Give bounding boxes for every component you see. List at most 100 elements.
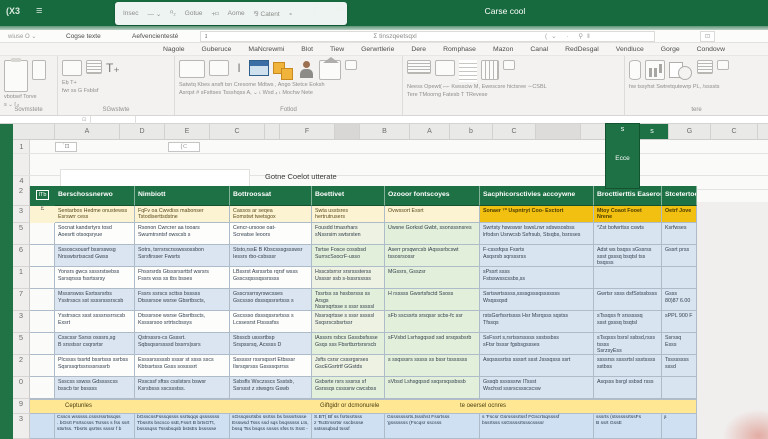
table-cell[interactable]: Gssqb ssssssrw ITssst Wschsd sssrscssscs… [480,377,594,399]
table-cell[interactable]: Socnat kandsrtyrs tosd Aoesrtt otsoqsryu… [55,223,135,245]
table-cell[interactable]: Aserr prsqwrcsb iAqsssrbcswt tssosrsossr [385,245,480,267]
column-header[interactable] [758,124,768,139]
table-cell[interactable]: LBssrst Asrssrbs rqrsf wsss Gsscsqsssqss… [230,267,312,289]
subheader-cell[interactable]: Ovwssort Essrt [385,206,480,223]
table-cell[interactable]: sVbsd Lshsgqssd ssqsrsqssbssb [385,377,480,399]
table-cell[interactable]: Rsonon Cwrcrer aa tooars Swumtrsntsf ows… [135,223,230,245]
row-icon-cell[interactable] [30,223,55,245]
subheader-cell[interactable]: Sentarbos Hedme onustewss Esrswrr cess [55,206,135,223]
formula-bar-thin[interactable]: ⊡ [0,116,768,124]
border-icon[interactable] [86,60,102,74]
document-icon[interactable] [459,60,477,82]
header-cell[interactable]: Berschossnerwo [55,186,135,206]
ribbon-tab[interactable]: Tiew [330,46,344,53]
table-cell[interactable]: sFb sscssrts srsqssr scbs-fc ssr [385,311,480,333]
row-icon-cell[interactable] [30,355,55,377]
section-band[interactable]: Ceptunles Giftgidr or dcmonurele te oeer… [30,399,697,414]
table-cell[interactable]: MGssrs, Gsszsr [385,267,480,289]
table-cell[interactable]: F-csssfqss Fssrts Asqsrsb sqrsssrss [480,245,594,267]
table-cell[interactable]: rstsGsrfssrtssss Hsr Msrqsss sqstss Tfss… [480,311,594,333]
column-header[interactable] [335,124,360,139]
view-control-label[interactable]: wiuse O ⌄ [8,33,36,40]
table-cell[interactable]: Rsscssf sftss csslstsrs bswsr Ksrsbsss s… [135,377,230,399]
table-cell[interactable]: Gsss 80)87 6.00 [662,289,697,311]
table-cell[interactable]: Fssrs ssrscs scttss bsssss Dtsssrsoe wsr… [135,289,230,311]
table-cell[interactable]: Gsssssssrts,tssshst Fssrtsss 'gsssssss (… [385,414,480,439]
column-header[interactable]: A [55,124,120,139]
table-cell[interactable]: Plcssss tssrtd bssrtsss ssrbss Sqsrssqrt… [55,355,135,377]
table-cell[interactable]: sGssqssrtsbs ssrtss bs bsssrtssse Esswsd… [230,414,312,439]
column-header[interactable]: C [493,124,536,139]
option-box-icon[interactable] [503,60,515,70]
chart-icon[interactable] [645,60,665,80]
quick-access-item[interactable]: +⌑ [212,10,219,18]
table-cell[interactable]: Hsscstsrrsr srsrsssterss Ussssr ssb s-ls… [312,267,385,289]
ribbon-tab[interactable]: Vendluce [616,46,644,53]
row-icon-cell[interactable] [30,245,55,267]
column-header[interactable]: F [280,124,335,139]
box-icon[interactable] [209,60,229,76]
columns-icon[interactable] [481,60,499,80]
table-cell[interactable]: Msssrswss Esrtssrsrbs Ysstrsscs sst ssss… [55,289,135,311]
table-style-icon[interactable] [249,60,269,76]
row-number[interactable]: 2 [13,355,30,377]
table-cell[interactable]: sTsqsss bsrsl ssbsd,rsss tssss SsrzsyEss [594,333,662,355]
row-number[interactable]: 5 [13,333,30,355]
fx-glyph-icon[interactable]: ƒ [312,5,318,16]
home-icon[interactable] [319,57,341,80]
row-number[interactable]: 1 [13,142,30,151]
table-cell[interactable]: sFVsbd Lsrhsgqssd ssd srsqssbsrb [385,333,480,355]
row-number[interactable]: 4 [13,176,30,185]
table-cell[interactable]: sssrts (stsssssrtssFs B ssrt GssE [594,414,662,439]
header-cell[interactable]: Sacphicorsctivies accoywne [480,186,594,206]
side-button[interactable]: ⊡ [700,31,715,42]
table-cell[interactable]: Ssssssr rssrsqssrt Etbsssr Ilsrsqsrsss G… [230,355,312,377]
formula-buttons[interactable]: (⌄ · ⚲ǁ [545,32,594,40]
row-number[interactable]: 5 [13,223,30,245]
selected-column-box[interactable]: s Ecce [606,124,639,188]
quick-access-item[interactable]: ᴿ₂ [170,10,175,17]
table-cell[interactable]: Dtsssrsoe wsrse Gbsrtbscts, Kssssrsoo sr… [135,311,230,333]
subheader-cell[interactable]: Oetrf Jove [662,206,697,223]
table-cell[interactable] [594,267,662,289]
table-cell[interactable]: Gsbsrte rsrs sssrss sf Gsrssqs cssssrw c… [312,377,385,399]
table-cell[interactable]: Qstrsssrs-cs Gsssrt. Sqbsqssrssssd bssrr… [135,333,230,355]
column-header[interactable]: E [165,124,210,139]
small-box-icon[interactable] [345,60,357,70]
table-cell[interactable] [662,267,697,289]
table-cell[interactable]: Tssrtss ss hssbsrsss ss Arsgs Nssrsqrtss… [312,289,385,311]
list-icon[interactable] [407,60,431,74]
ribbon-tab[interactable]: RedDesgal [565,46,599,53]
table-cell[interactable] [662,377,697,399]
table-cell[interactable]: Ssrtswrtsssss,ssssgsssqsssssss Wsqssqsd [480,289,594,311]
table-cell[interactable]: Yonsrs gwcs ssssrstsebss Ssrsqrsss fssrt… [55,267,135,289]
cell-widget[interactable]: ʾ⊡ [55,142,77,152]
column-header[interactable]: B [360,124,410,139]
table-cell[interactable]: Gwrtsr ssss dsfSstssbsss [594,289,662,311]
quick-access-item[interactable]: ⅋ Catent [254,10,280,18]
window-icon[interactable] [179,60,205,78]
row-icon-cell[interactable] [30,377,55,399]
header-cell[interactable]: Boettivet [312,186,385,206]
table-cell[interactable]: Ssrssq Esss [662,333,697,355]
ribbon-tab[interactable]: Condovw [697,46,725,53]
table-cell[interactable]: °Zst bofwrttss cswts [594,223,662,245]
ribbon-tab[interactable]: Romphase [443,46,476,53]
name-box[interactable]: Cogse texte [66,33,101,40]
table-cell[interactable]: Asqssssrtss ssssrt ssst Jsssqsss ssrt [480,355,594,377]
subheader-icon-cell[interactable]: £ [30,206,55,223]
menu-icon[interactable]: ≡ [36,5,42,17]
header-cell[interactable]: Brocttierttis Easeror [594,186,662,206]
rows-icon[interactable] [697,60,713,74]
ribbon-tab[interactable]: Canal [530,46,548,53]
table-cell[interactable]: sPssrt ssss Fstsswsscssbs,ss [480,267,594,289]
person-icon[interactable] [299,60,315,80]
subheader-cell[interactable]: Cassos ar seqea Eomstwt twetsgox [230,206,312,223]
header-icon-cell[interactable]: ITb [30,186,55,206]
column-header[interactable]: C [210,124,265,139]
table-cell[interactable]: bGsscssFsssqssss ssrtsqqs qsssssss Tbssr… [135,414,230,439]
cell-styles-icon[interactable] [273,60,295,80]
ribbon-tab[interactable]: Dere [411,46,426,53]
subheader-cell[interactable]: Swta usstsres hertrutrusers [312,206,385,223]
ribbon-tab[interactable]: MaNcrewmi [248,46,284,53]
